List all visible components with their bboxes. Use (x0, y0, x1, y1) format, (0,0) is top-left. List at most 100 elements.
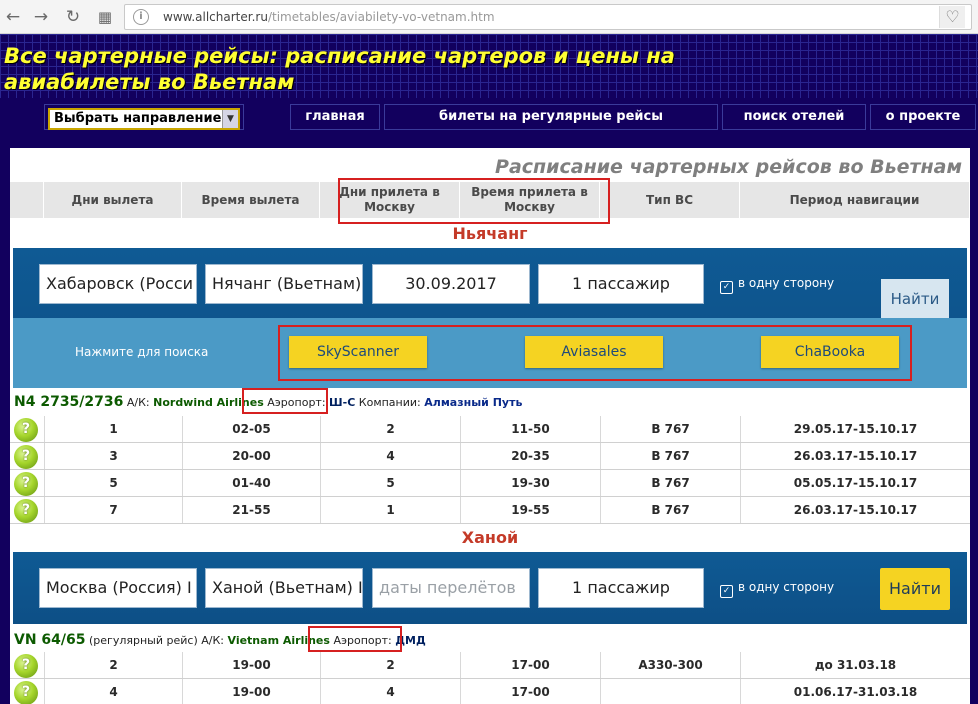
oneway-checkbox[interactable]: ✓ в одну сторону (720, 580, 834, 598)
cell-arrival-time: 11-50 (460, 416, 600, 442)
url-path: /timetables/aviabilety-vo-vetnam.htm (267, 10, 495, 24)
to-input[interactable]: Нячанг (Вьетнам) (205, 264, 363, 304)
question-icon[interactable]: ? (14, 445, 38, 469)
question-icon[interactable]: ? (14, 499, 38, 523)
highlight-arrival-columns (338, 178, 610, 224)
flight-note: (регулярный рейс) (89, 634, 198, 647)
cell-aircraft-type: B 767 (600, 470, 740, 496)
main-menu: Выбрать направление ▼ главная билеты на … (0, 101, 978, 133)
cell-arrival-time: 19-55 (460, 497, 600, 523)
cell-aircraft-type: B 767 (600, 443, 740, 469)
schedule-title: Расписание чартерных рейсов во Вьетнам (495, 156, 962, 178)
oneway-label: в одну сторону (738, 580, 835, 594)
to-input[interactable]: Ханой (Вьетнам) I (205, 568, 363, 608)
cell-arrival-day: 2 (320, 652, 460, 678)
cell-departure-time: 19-00 (182, 652, 320, 678)
flight-number: N4 2735/2736 (14, 394, 124, 410)
apps-grid-icon[interactable]: ▦ (94, 6, 116, 28)
table-row: ? 7 21-55 1 19-55 B 767 26.03.17-15.10.17 (10, 497, 970, 524)
schedule-content: Расписание чартерных рейсов во Вьетнам Д… (10, 148, 970, 704)
cell-departure-time: 02-05 (182, 416, 320, 442)
airline-label: А/К: (201, 634, 224, 647)
question-icon[interactable]: ? (14, 681, 38, 704)
cell-arrival-time: 20-35 (460, 443, 600, 469)
from-input[interactable]: Хабаровск (Росси (39, 264, 197, 304)
cell-arrival-time: 19-30 (460, 470, 600, 496)
cell-navigation-period: 26.03.17-15.10.17 (740, 443, 970, 469)
menu-item-about[interactable]: о проекте (870, 104, 976, 130)
cell-departure-time: 21-55 (182, 497, 320, 523)
cell-navigation-period: 01.06.17-31.03.18 (740, 679, 970, 704)
cell-navigation-period: 05.05.17-15.10.17 (740, 470, 970, 496)
cell-aircraft-type (600, 679, 740, 704)
cell-arrival-day: 1 (320, 497, 460, 523)
browser-toolbar: ← → ↻ ▦ i www.allcharter.ru/timetables/a… (0, 0, 978, 34)
cell-arrival-day: 4 (320, 443, 460, 469)
from-input[interactable]: Москва (Россия) I (39, 568, 197, 608)
cell-arrival-day: 2 (320, 416, 460, 442)
url-text[interactable]: www.allcharter.ru/timetables/aviabilety-… (163, 10, 495, 24)
cell-aircraft-type: A330-300 (600, 652, 740, 678)
reload-icon[interactable]: ↻ (62, 6, 84, 28)
cell-navigation-period: 29.05.17-15.10.17 (740, 416, 970, 442)
date-input[interactable]: 30.09.2017 (372, 264, 530, 304)
checkmark-icon[interactable]: ✓ (720, 281, 733, 294)
site-page: Все чартерные рейсы: расписание чартеров… (0, 34, 978, 704)
header-icon-col (10, 182, 44, 218)
menu-item-regular-tickets[interactable]: билеты на регулярные рейсы (384, 104, 718, 130)
table-row: ? 2 19-00 2 17-00 A330-300 до 31.03.18 (10, 652, 970, 679)
address-bar[interactable]: i www.allcharter.ru/timetables/aviabilet… (124, 4, 972, 30)
question-icon[interactable]: ? (14, 418, 38, 442)
find-button[interactable]: Найти (880, 568, 950, 610)
checkmark-icon[interactable]: ✓ (720, 585, 733, 598)
dates-input[interactable]: даты перелётов (372, 568, 530, 608)
direction-select[interactable]: Выбрать направление ▼ (48, 108, 240, 130)
page-info-icon[interactable]: i (133, 9, 149, 25)
cell-aircraft-type: B 767 (600, 497, 740, 523)
heart-icon[interactable]: ♡ (939, 6, 965, 28)
cell-departure-day: 3 (44, 443, 182, 469)
find-button[interactable]: Найти (881, 279, 949, 319)
table-row: ? 1 02-05 2 11-50 B 767 29.05.17-15.10.17 (10, 416, 970, 443)
city-heading-nhatrang: Ньячанг (452, 224, 528, 243)
question-icon[interactable]: ? (14, 472, 38, 496)
oneway-checkbox[interactable]: ✓ в одну сторону (720, 276, 834, 294)
company-label: Компании: (358, 396, 421, 409)
table-row: ? 3 20-00 4 20-35 B 767 26.03.17-15.10.17 (10, 443, 970, 470)
header-aircraft-type: Тип ВС (600, 182, 740, 218)
arrow-right-icon[interactable]: → (30, 6, 52, 28)
question-icon[interactable]: ? (14, 654, 38, 678)
airline-label: А/К: (126, 396, 150, 409)
site-title: Все чартерные рейсы: расписание чартеров… (4, 44, 675, 94)
passengers-input[interactable]: 1 пассажир (538, 568, 704, 608)
airport-code: Ш-С (329, 396, 356, 409)
table-row: ? 4 19-00 4 17-00 01.06.17-31.03.18 (10, 679, 970, 704)
cell-departure-time: 20-00 (182, 443, 320, 469)
header-departure-days: Дни вылета (44, 182, 182, 218)
cell-arrival-day: 5 (320, 470, 460, 496)
cell-departure-day: 7 (44, 497, 182, 523)
cell-departure-time: 19-00 (182, 679, 320, 704)
chevron-down-icon[interactable]: ▼ (222, 110, 238, 128)
url-host: www.allcharter.ru (163, 10, 268, 24)
cell-departure-time: 01-40 (182, 470, 320, 496)
cell-departure-day: 2 (44, 652, 182, 678)
menu-item-home[interactable]: главная (290, 104, 380, 130)
cell-departure-day: 1 (44, 416, 182, 442)
passengers-input[interactable]: 1 пассажир (538, 264, 704, 304)
highlight-providers (278, 325, 912, 381)
cell-arrival-day: 4 (320, 679, 460, 704)
header-navigation-period: Период навигации (740, 182, 970, 218)
cell-arrival-time: 17-00 (460, 652, 600, 678)
oneway-label: в одну сторону (738, 276, 835, 290)
cell-arrival-time: 17-00 (460, 679, 600, 704)
cell-aircraft-type: B 767 (600, 416, 740, 442)
direction-select-value: Выбрать направление (54, 111, 222, 126)
cell-departure-day: 4 (44, 679, 182, 704)
search-hint: Нажмите для поиска (75, 345, 209, 359)
site-header: Все чартерные рейсы: расписание чартеров… (0, 34, 978, 98)
menu-item-hotels[interactable]: поиск отелей (722, 104, 866, 130)
arrow-left-icon[interactable]: ← (2, 6, 24, 28)
cell-navigation-period: до 31.03.18 (740, 652, 970, 678)
highlight-airport-hanoi (308, 626, 402, 652)
